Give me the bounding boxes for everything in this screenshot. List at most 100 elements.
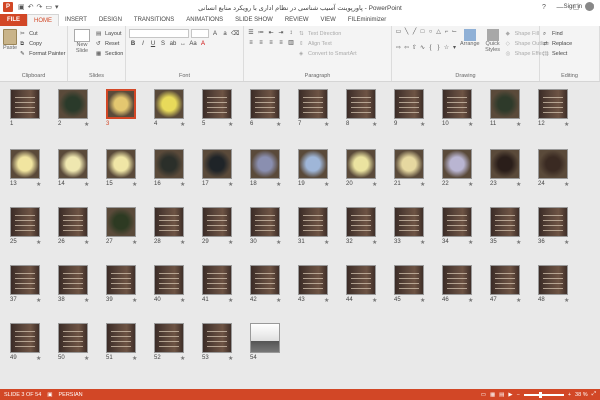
transition-star-icon[interactable]: ★ [132, 239, 137, 246]
bracket-shape-icon[interactable]: { [427, 45, 434, 52]
new-slide-button[interactable]: New Slide [71, 29, 93, 59]
slide-thumbnail[interactable] [490, 89, 520, 119]
copy-button[interactable]: ⧉ Copy [20, 39, 65, 49]
tab-transitions[interactable]: TRANSITIONS [128, 14, 180, 26]
slide-thumbnail[interactable] [298, 89, 328, 119]
transition-star-icon[interactable]: ★ [420, 297, 425, 304]
transition-star-icon[interactable]: ★ [468, 121, 473, 128]
slide-thumbnail[interactable] [154, 149, 184, 179]
underline-icon[interactable]: U [149, 41, 157, 47]
line-shape-icon[interactable]: ╱ [411, 29, 418, 36]
transition-star-icon[interactable]: ★ [564, 239, 569, 246]
transition-star-icon[interactable]: ★ [468, 297, 473, 304]
arrange-button[interactable]: Arrange [460, 29, 480, 59]
transition-star-icon[interactable]: ★ [276, 181, 281, 188]
transition-star-icon[interactable]: ★ [132, 181, 137, 188]
present-icon[interactable]: ▭ [45, 4, 52, 11]
arrow-shape-icon[interactable]: ⇦ [403, 45, 410, 52]
decrease-indent-icon[interactable]: ⇤ [267, 29, 275, 36]
transition-star-icon[interactable]: ★ [180, 355, 185, 362]
slide-thumbnail[interactable] [346, 89, 376, 119]
transition-star-icon[interactable]: ★ [468, 239, 473, 246]
slide-thumbnail[interactable] [298, 207, 328, 237]
tab-insert[interactable]: INSERT [59, 14, 93, 26]
shapes-gallery[interactable]: ▭ ╲ ╱ □ ○ △ ⌐ ⌙ ⇨ ⇦ ⇧ ∿{} ☆ ▾ [395, 29, 457, 59]
connector-shape-icon[interactable]: ⌙ [451, 29, 458, 36]
slide-thumbnail[interactable] [346, 265, 376, 295]
zoom-slider-thumb[interactable] [539, 391, 543, 398]
transition-star-icon[interactable]: ★ [324, 181, 329, 188]
find-button[interactable]: ⌕ Find [543, 29, 596, 39]
transition-star-icon[interactable]: ★ [372, 121, 377, 128]
slide-thumbnail[interactable] [202, 149, 232, 179]
quick-styles-button[interactable]: Quick Styles [483, 29, 503, 59]
grow-font-icon[interactable]: A [211, 31, 219, 37]
slide-thumbnail[interactable] [154, 207, 184, 237]
font-name-box[interactable] [129, 29, 189, 38]
slide-thumbnail[interactable] [154, 323, 184, 353]
slide-thumbnail[interactable] [106, 265, 136, 295]
slide-thumbnail[interactable] [58, 149, 88, 179]
arrow-shape-icon[interactable]: ⇨ [395, 45, 402, 52]
increase-indent-icon[interactable]: ⇥ [277, 29, 285, 36]
align-right-icon[interactable]: ≡ [267, 40, 275, 46]
spacing-icon[interactable]: ↔ [179, 41, 187, 47]
reset-button[interactable]: ↺ Reset [96, 39, 123, 49]
slide-thumbnail[interactable] [298, 149, 328, 179]
tab-slide-show[interactable]: SLIDE SHOW [229, 14, 279, 26]
select-button[interactable]: ⬚ Select [543, 49, 596, 59]
convert-smartart-button[interactable]: ◈ Convert to SmartArt [299, 49, 357, 59]
transition-star-icon[interactable]: ★ [228, 297, 233, 304]
line-shape-icon[interactable]: ╲ [403, 29, 410, 36]
tab-review[interactable]: REVIEW [279, 14, 315, 26]
tab-animations[interactable]: ANIMATIONS [180, 14, 229, 26]
slide-thumbnail[interactable] [10, 323, 40, 353]
align-center-icon[interactable]: ≡ [257, 40, 265, 46]
font-size-box[interactable] [191, 29, 209, 38]
star-shape-icon[interactable]: ☆ [443, 45, 450, 52]
smiley-feedback-icon[interactable] [585, 2, 594, 11]
slide-thumbnail[interactable] [442, 265, 472, 295]
slide-thumbnail[interactable] [106, 207, 136, 237]
transition-star-icon[interactable]: ★ [324, 239, 329, 246]
slide-thumbnail[interactable] [346, 207, 376, 237]
sign-in[interactable]: Sign in [564, 2, 594, 11]
transition-star-icon[interactable]: ★ [180, 121, 185, 128]
transition-star-icon[interactable]: ★ [324, 121, 329, 128]
powerpoint-app-icon[interactable]: P [3, 2, 13, 12]
slide-thumbnail[interactable] [394, 149, 424, 179]
arrow-shape-icon[interactable]: ⇧ [411, 45, 418, 52]
font-color-icon[interactable]: A [199, 41, 207, 47]
transition-star-icon[interactable]: ★ [228, 181, 233, 188]
help-button[interactable]: ? [536, 0, 552, 14]
transition-star-icon[interactable]: ★ [420, 121, 425, 128]
tab-home[interactable]: HOME [27, 14, 59, 26]
shrink-font-icon[interactable]: a [221, 31, 229, 37]
transition-star-icon[interactable]: ★ [180, 239, 185, 246]
slide-thumbnail[interactable] [202, 323, 232, 353]
slide-thumbnail[interactable] [10, 89, 40, 119]
transition-star-icon[interactable]: ★ [132, 297, 137, 304]
slide-thumbnail[interactable] [394, 265, 424, 295]
slide-thumbnail[interactable] [250, 149, 280, 179]
clear-format-icon[interactable]: ⌫ [231, 30, 239, 37]
transition-star-icon[interactable]: ★ [516, 297, 521, 304]
slide-thumbnail[interactable] [58, 323, 88, 353]
transition-star-icon[interactable]: ★ [564, 297, 569, 304]
slide-thumbnail[interactable] [202, 265, 232, 295]
transition-star-icon[interactable]: ★ [516, 121, 521, 128]
curve-shape-icon[interactable]: ∿ [419, 45, 426, 52]
slide-thumbnail[interactable] [10, 149, 40, 179]
slide-thumbnail[interactable] [394, 89, 424, 119]
slide-thumbnail[interactable] [250, 265, 280, 295]
layout-button[interactable]: ▤ Layout [96, 29, 123, 39]
transition-star-icon[interactable]: ★ [564, 181, 569, 188]
slide-thumbnail[interactable] [538, 207, 568, 237]
slide-thumbnail[interactable] [202, 207, 232, 237]
transition-star-icon[interactable]: ★ [420, 181, 425, 188]
slide-thumbnail[interactable] [538, 89, 568, 119]
zoom-level[interactable]: 38 % [575, 392, 588, 398]
transition-star-icon[interactable]: ★ [372, 239, 377, 246]
transition-star-icon[interactable]: ★ [324, 297, 329, 304]
transition-star-icon[interactable]: ★ [84, 355, 89, 362]
